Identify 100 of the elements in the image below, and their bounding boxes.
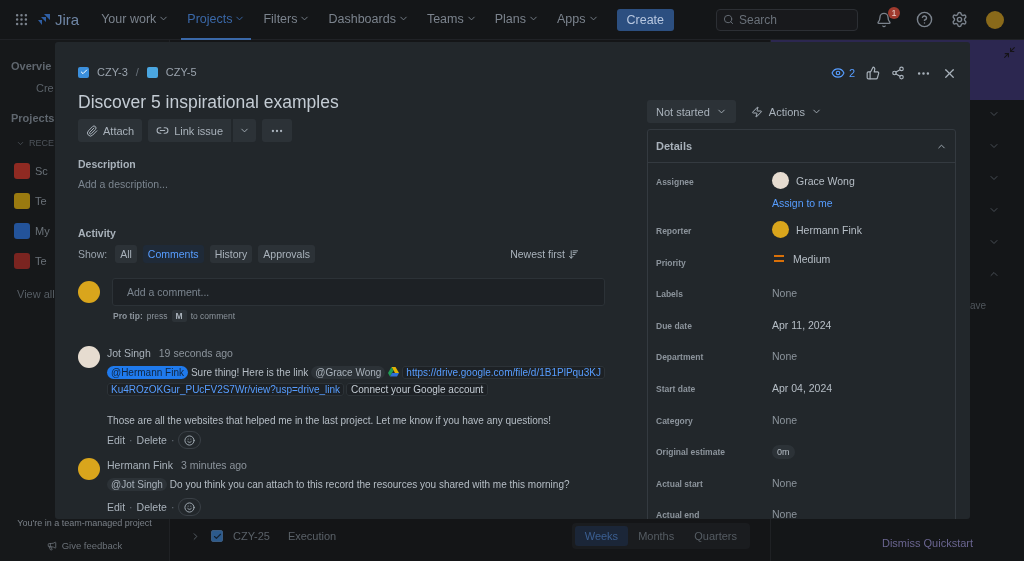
nav-menu[interactable]: Teams	[420, 0, 483, 40]
project-name[interactable]: Te	[35, 195, 47, 207]
tip-label: Pro tip:	[113, 311, 143, 321]
user-avatar	[78, 346, 100, 368]
field-label: Original estimate	[656, 447, 726, 458]
create-button[interactable]: Create	[616, 8, 675, 31]
comment-text: Do you think you can attach to this record the resources you shared with me this morning?	[169, 479, 570, 490]
field-value: Apr 11, 2024	[772, 318, 833, 331]
keyboard-key: M	[171, 310, 187, 322]
thumbs-up-icon[interactable]	[866, 66, 880, 80]
field-label: Actual start	[656, 478, 704, 489]
nav-menu[interactable]: Filters	[257, 0, 317, 40]
issue-summary: Execution	[287, 530, 337, 542]
help-icon[interactable]	[916, 11, 933, 28]
sort-button[interactable]: Newest first	[504, 247, 585, 261]
eye-icon	[830, 66, 845, 80]
user-avatar	[772, 172, 789, 189]
share-icon[interactable]	[891, 66, 905, 80]
field-value: Grace Wong	[796, 174, 855, 187]
comment-time: 19 seconds ago	[158, 347, 233, 359]
user-mention[interactable]: @Hermann Fink	[107, 366, 188, 379]
delete-link[interactable]: Delete	[136, 434, 167, 446]
link-issue-button[interactable]: Link issue	[148, 119, 232, 142]
separator-dot: ·	[129, 434, 133, 446]
quickstart-text: ave	[969, 300, 986, 311]
field-value: None	[772, 350, 799, 363]
nav-menu[interactable]: Projects	[181, 0, 252, 40]
tip-text: to comment	[190, 311, 236, 321]
user-avatar	[78, 281, 100, 303]
connect-account-chip[interactable]: Connect your Google account	[346, 383, 489, 396]
attach-button[interactable]: Attach	[78, 119, 143, 142]
field-label: Priority	[656, 257, 687, 268]
comment-text: Those are all the websites that helped me in the last project. Let me know if you have any questions!	[107, 415, 553, 426]
nav-menu[interactable]: Plans	[488, 0, 545, 40]
drive-link[interactable]: Ku4ROzOKGur_PUcFV2S7Wr/view?usp=drive_link	[107, 383, 345, 396]
comment-author[interactable]: Hermann Fink	[107, 459, 173, 471]
actions-button[interactable]: Actions	[741, 100, 831, 123]
user-mention[interactable]: @Jot Singh	[107, 478, 167, 491]
nav-menu[interactable]: Your work	[95, 0, 176, 40]
sort-icon	[568, 248, 579, 260]
subtask-icon	[146, 66, 158, 78]
jira-logo[interactable]: Jira	[37, 11, 80, 28]
activity-filter[interactable]: History	[209, 245, 253, 263]
search-icon	[723, 13, 734, 25]
status-dropdown[interactable]: Not started	[647, 100, 736, 123]
nav-menu[interactable]: Dashboards	[322, 0, 415, 40]
issue-title[interactable]: Discover 5 inspirational examples	[78, 92, 605, 113]
activity-filter[interactable]: All	[115, 245, 137, 263]
dismiss-quickstart-button[interactable]: Dismiss Quickstart	[881, 537, 974, 549]
comment-field[interactable]: Add a comment...	[112, 278, 605, 306]
section-heading: Description	[78, 158, 137, 170]
issue-key-link[interactable]: CZY-3	[97, 66, 128, 78]
lightning-icon	[750, 105, 763, 118]
project-name[interactable]: My	[35, 225, 50, 237]
field-label: Assignee	[656, 177, 695, 187]
show-label: Show:	[78, 248, 108, 260]
comment-author[interactable]: Jot Singh	[107, 347, 151, 359]
sidebar-heading: RECE	[29, 138, 54, 148]
field-value: None	[772, 476, 799, 489]
separator-dot: ·	[170, 501, 175, 513]
field-value: None	[772, 287, 799, 300]
comment-time: 3 minutes ago	[180, 459, 247, 471]
tip-text: press	[146, 311, 168, 321]
project-name[interactable]: Sc	[35, 165, 48, 177]
notification-badge: 1	[888, 6, 900, 19]
drive-icon	[388, 367, 400, 377]
delete-link[interactable]: Delete	[136, 501, 167, 513]
details-header[interactable]: Details	[648, 130, 955, 163]
watchers-button[interactable]: 2	[830, 66, 855, 80]
notifications-icon[interactable]	[876, 11, 892, 28]
priority-icon	[772, 253, 786, 264]
estimate-chip: 0m	[772, 445, 795, 460]
user-mention[interactable]: @Grace Wong	[311, 366, 386, 379]
assign-to-me-link[interactable]: Assign to me	[772, 197, 955, 209]
issue-key-link[interactable]: CZY-5	[165, 66, 197, 78]
user-avatar	[78, 458, 100, 480]
field-value: Hermann Fink	[796, 223, 862, 236]
user-avatar	[772, 221, 789, 238]
field-label: Reporter	[656, 226, 693, 236]
user-avatar[interactable]	[986, 10, 1004, 29]
search-field[interactable]: Search	[716, 8, 858, 31]
smiley-icon	[184, 434, 196, 446]
field-label: Department	[656, 352, 705, 363]
settings-icon[interactable]	[951, 11, 968, 28]
task-icon	[78, 66, 89, 78]
project-name[interactable]: Te	[35, 255, 47, 267]
smiley-icon	[184, 501, 196, 513]
edit-link[interactable]: Edit	[107, 434, 126, 446]
breadcrumb-separator: /	[135, 66, 139, 78]
activity-filter[interactable]: Approvals	[258, 245, 315, 263]
description-placeholder[interactable]: Add a description...	[78, 178, 605, 190]
give-feedback-link[interactable]: Give feedback	[61, 540, 123, 551]
activity-filter[interactable]: Comments	[142, 245, 204, 263]
issue-key[interactable]: CZY-25	[233, 530, 270, 542]
app-grid-icon[interactable]	[14, 12, 29, 27]
drive-link[interactable]: https://drive.google.com/file/d/1B1PlPqu3KJ	[402, 366, 605, 379]
field-label: Actual end	[656, 510, 701, 519]
field-label: Start date	[656, 383, 697, 394]
nav-menu[interactable]: Apps	[551, 0, 605, 40]
edit-link[interactable]: Edit	[107, 501, 126, 513]
